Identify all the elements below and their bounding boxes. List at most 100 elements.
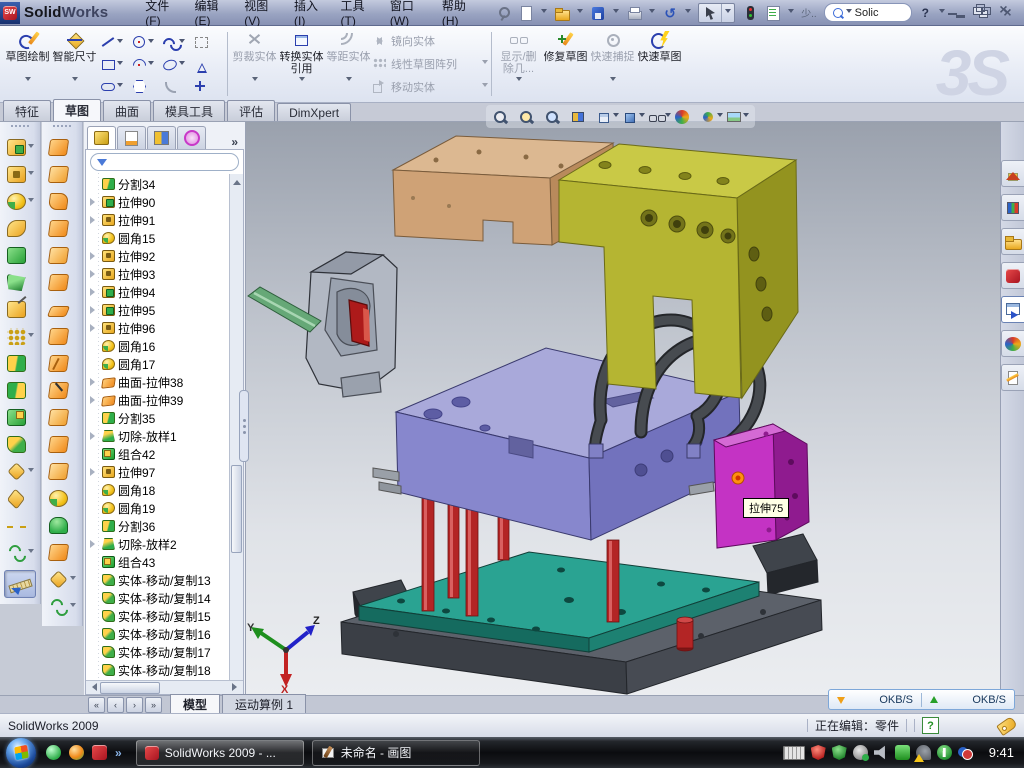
- panel-expand-button[interactable]: »: [227, 135, 242, 149]
- expand-arrow-icon[interactable]: [90, 540, 99, 548]
- dropdown-icon[interactable]: [482, 83, 488, 90]
- scrollbar-thumb[interactable]: [231, 465, 242, 553]
- hud-button[interactable]: [700, 109, 723, 125]
- feature-tree-item[interactable]: 组合43: [88, 553, 243, 571]
- dropdown-icon[interactable]: [516, 77, 522, 84]
- tab-scroll-next-button[interactable]: ›: [126, 697, 143, 713]
- expand-arrow-icon[interactable]: [90, 396, 99, 404]
- sketch-entity-button[interactable]: [193, 79, 222, 93]
- quick-tips-icon[interactable]: ?: [922, 717, 939, 734]
- help-button[interactable]: ?: [919, 6, 932, 20]
- command-button[interactable]: 草图绘制: [4, 28, 51, 100]
- taskbar-clock[interactable]: 9:41: [989, 745, 1014, 760]
- command-manager-tab[interactable]: DimXpert: [277, 103, 351, 121]
- sketch-entity-button[interactable]: [100, 35, 129, 49]
- tag-icon[interactable]: [996, 715, 1018, 735]
- toolbar-overflow-label[interactable]: 少..: [801, 5, 817, 20]
- dropdown-icon[interactable]: [610, 77, 616, 84]
- feature-tree-item[interactable]: 组合42: [88, 445, 243, 463]
- undo-dropdown-icon[interactable]: [685, 9, 691, 16]
- dropdown-icon[interactable]: [117, 61, 123, 68]
- part-slide-unit-gray[interactable]: [306, 252, 397, 397]
- start-button[interactable]: [6, 738, 36, 768]
- dropdown-icon[interactable]: [70, 603, 76, 610]
- solidworks-launcher-icon[interactable]: [92, 745, 107, 760]
- toolbar-button[interactable]: [7, 323, 34, 350]
- network-icon[interactable]: [895, 745, 910, 760]
- sketch-entity-button[interactable]: [131, 79, 160, 93]
- sketch-entity-button[interactable]: [193, 57, 222, 71]
- toolbar-button[interactable]: [7, 539, 34, 566]
- command-button[interactable]: 快速草图: [636, 28, 683, 100]
- expand-arrow-icon[interactable]: [90, 324, 99, 332]
- sketch-entity-button[interactable]: [162, 57, 191, 71]
- feature-tree-item[interactable]: 拉伸91: [88, 211, 243, 229]
- select-dropdown-icon[interactable]: [721, 4, 734, 22]
- feature-tree-item[interactable]: 拉伸97: [88, 463, 243, 481]
- toolbar-button[interactable]: [7, 431, 34, 458]
- dropdown-icon[interactable]: [28, 198, 34, 205]
- command-button[interactable]: 转换实体引用: [278, 28, 325, 100]
- command-button[interactable]: 剪裁实体: [231, 28, 278, 100]
- dropdown-icon[interactable]: [117, 83, 123, 90]
- hud-button[interactable]: [492, 109, 515, 125]
- tree-filter-input[interactable]: [90, 153, 239, 171]
- task-pane-button[interactable]: [1001, 228, 1024, 255]
- feature-tree-item[interactable]: 切除-放样1: [88, 427, 243, 445]
- toolbar-button[interactable]: [49, 161, 76, 188]
- toolbar-button[interactable]: [7, 485, 34, 512]
- sketch-entity-button[interactable]: [162, 79, 191, 93]
- toolbar-button[interactable]: [7, 512, 34, 539]
- dropdown-icon[interactable]: [117, 39, 123, 46]
- toolbar-button[interactable]: [49, 377, 76, 404]
- options-list-icon[interactable]: [765, 5, 781, 21]
- task-pane-button[interactable]: [1001, 364, 1024, 391]
- command-manager-tab[interactable]: 草图: [53, 99, 101, 121]
- feature-tree-item[interactable]: 曲面-拉伸39: [88, 391, 243, 409]
- interference-check-icon[interactable]: [742, 5, 758, 21]
- hud-button[interactable]: [570, 109, 593, 125]
- sketch-entity-button[interactable]: [131, 35, 160, 49]
- toolbar-button[interactable]: [7, 215, 34, 242]
- expand-arrow-icon[interactable]: [90, 252, 99, 260]
- toolbar-button[interactable]: [49, 296, 76, 323]
- feature-tree-item[interactable]: 圆角15: [88, 229, 243, 247]
- model-3d[interactable]: Y Z X: [246, 122, 1000, 695]
- tree-horizontal-scrollbar[interactable]: [86, 680, 243, 694]
- doc-close-button[interactable]: ×: [995, 3, 1012, 17]
- expand-arrow-icon[interactable]: [90, 468, 99, 476]
- dropdown-icon[interactable]: [148, 39, 154, 46]
- toolbar-button[interactable]: [49, 242, 76, 269]
- doc-restore-button[interactable]: [970, 3, 987, 17]
- expand-arrow-icon[interactable]: [90, 432, 99, 440]
- feature-tree-item[interactable]: 拉伸96: [88, 319, 243, 337]
- save-dropdown-icon[interactable]: [613, 9, 619, 16]
- expand-arrow-icon[interactable]: [90, 216, 99, 224]
- dropdown-icon[interactable]: [252, 77, 258, 84]
- dropdown-icon[interactable]: [717, 113, 723, 120]
- wireless-warning-icon[interactable]: [916, 745, 931, 760]
- dropdown-icon[interactable]: [28, 171, 34, 178]
- toolbar-button[interactable]: [7, 377, 34, 404]
- hud-button[interactable]: [622, 109, 645, 125]
- feature-tree-item[interactable]: 分割36: [88, 517, 243, 535]
- command-button[interactable]: 智能尺寸: [51, 28, 98, 100]
- toolbar-button[interactable]: [49, 269, 76, 296]
- feature-tree-item[interactable]: 拉伸95: [88, 301, 243, 319]
- toolbar-button[interactable]: [7, 269, 34, 296]
- search-dropdown-icon[interactable]: [846, 9, 852, 16]
- scroll-right-icon[interactable]: [232, 683, 241, 691]
- hud-button[interactable]: [596, 109, 619, 125]
- dropdown-icon[interactable]: [639, 113, 645, 120]
- dropdown-icon[interactable]: [70, 576, 76, 583]
- dropdown-icon[interactable]: [613, 113, 619, 120]
- tab-scroll-last-button[interactable]: »: [145, 697, 162, 713]
- command-button[interactable]: 等距实体: [325, 28, 372, 100]
- dropdown-icon[interactable]: [299, 77, 305, 84]
- toolbar-button[interactable]: [49, 539, 76, 566]
- toolbar-grip[interactable]: [11, 125, 29, 131]
- taskbar-task-button[interactable]: SolidWorks 2009 - ...: [136, 740, 304, 766]
- toolbar-button[interactable]: [49, 566, 76, 593]
- task-pane-button[interactable]: [1001, 296, 1024, 323]
- toolbar-button[interactable]: [49, 215, 76, 242]
